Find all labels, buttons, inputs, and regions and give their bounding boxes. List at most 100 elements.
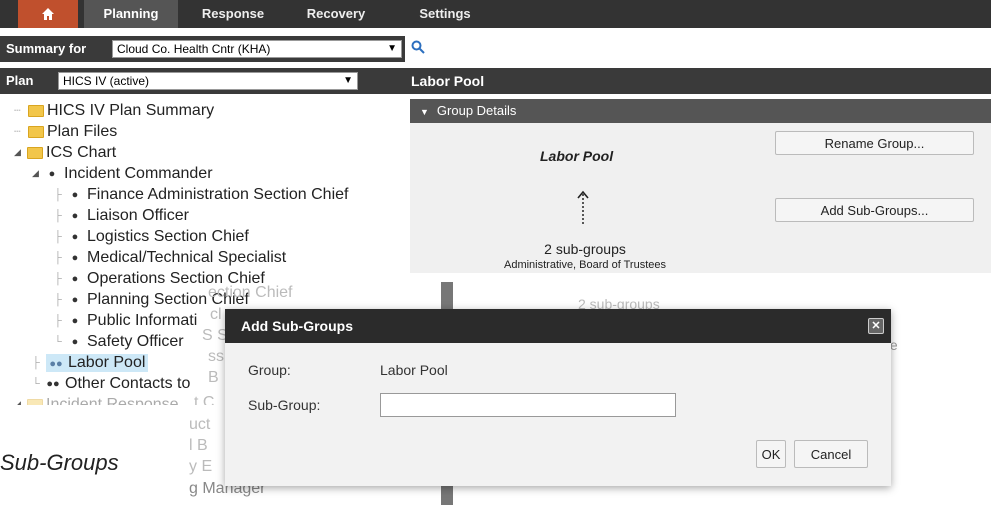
group-details-header[interactable]: ▼ Group Details bbox=[410, 99, 991, 123]
tree-item[interactable]: └ ●● Other Contacts to bbox=[32, 373, 190, 394]
tab-settings[interactable]: Settings bbox=[400, 0, 490, 28]
ghost-text: cl bbox=[210, 306, 222, 323]
subgroup-count: 2 sub-groups bbox=[544, 241, 626, 257]
tree-item-label: HICS IV Plan Summary bbox=[47, 101, 215, 119]
plan-label: Plan bbox=[6, 73, 34, 88]
folder-icon bbox=[28, 104, 44, 117]
tree-item[interactable]: └ ● Safety Officer bbox=[54, 331, 184, 352]
group-value: Labor Pool bbox=[380, 362, 448, 378]
tree-item-label: Liaison Officer bbox=[87, 206, 189, 224]
expand-icon[interactable]: ◢ bbox=[14, 147, 24, 158]
person-icon: ● bbox=[71, 230, 79, 243]
tab-response[interactable]: Response bbox=[184, 0, 282, 28]
tree-item-label: ICS Chart bbox=[46, 143, 117, 161]
tree-item-label: Logistics Section Chief bbox=[87, 227, 249, 245]
tree-branch: ┄ bbox=[14, 105, 21, 117]
ok-button[interactable]: OK bbox=[756, 440, 786, 468]
summary-label: Summary for bbox=[6, 41, 87, 56]
tree-item[interactable]: ◢ ● Incident Commander bbox=[32, 163, 213, 184]
tree-item[interactable]: ◢ ICS Chart bbox=[14, 142, 116, 163]
group-label: Group: bbox=[248, 362, 291, 378]
tree-item-label: Finance Administration Section Chief bbox=[87, 185, 349, 203]
expand-icon[interactable]: ◢ bbox=[32, 168, 42, 179]
ghost-text: S S bbox=[202, 327, 228, 344]
tree-item-label: Labor Pool bbox=[68, 353, 146, 371]
tree-branch: └ bbox=[54, 335, 62, 348]
ghost-text: t C bbox=[194, 394, 215, 405]
home-tab[interactable] bbox=[18, 0, 78, 28]
chevron-down-icon: ▼ bbox=[387, 43, 397, 54]
plan-select[interactable]: HICS IV (active) ▼ bbox=[58, 72, 358, 90]
tree-branch: ├ bbox=[32, 356, 40, 369]
person-icon: ● bbox=[71, 335, 79, 348]
plan-select-value: HICS IV (active) bbox=[63, 74, 150, 88]
add-subgroups-button[interactable]: Add Sub-Groups... bbox=[775, 198, 974, 222]
arrow-up-icon bbox=[577, 190, 589, 224]
tree-item[interactable]: ├ ● Logistics Section Chief bbox=[54, 226, 249, 247]
tree-item-labor-pool[interactable]: ├ ●● Labor Pool bbox=[32, 352, 149, 373]
tree-item[interactable]: ├ ● Medical/Technical Specialist bbox=[54, 247, 286, 268]
top-nav: Planning Response Recovery Settings bbox=[0, 0, 991, 28]
folder-icon bbox=[28, 125, 44, 138]
ghost-text: B bbox=[208, 369, 219, 386]
chevron-down-icon: ▼ bbox=[420, 107, 429, 117]
subgroup-input[interactable] bbox=[380, 393, 676, 417]
tab-recovery[interactable]: Recovery bbox=[292, 0, 380, 28]
tree-branch: ├ bbox=[54, 314, 62, 327]
tree-branch: ├ bbox=[54, 209, 62, 222]
rename-group-button[interactable]: Rename Group... bbox=[775, 131, 974, 155]
tree-item-selected: ●● Labor Pool bbox=[46, 353, 149, 372]
group-icon: ●● bbox=[46, 377, 60, 390]
summary-select[interactable]: Cloud Co. Health Cntr (KHA) ▼ bbox=[112, 40, 402, 58]
folder-icon bbox=[27, 146, 43, 159]
chevron-down-icon: ▼ bbox=[343, 75, 353, 86]
subgroup-label: Sub-Group: bbox=[248, 397, 321, 413]
tree-branch: ├ bbox=[54, 188, 62, 201]
summary-bar: Summary for Cloud Co. Health Cntr (KHA) … bbox=[0, 36, 405, 62]
expand-icon[interactable]: ◢ bbox=[14, 399, 24, 405]
tree-item[interactable]: ◢ Incident Response bbox=[14, 394, 179, 405]
app-window: Planning Response Recovery Settings Summ… bbox=[0, 0, 991, 505]
tree-branch: ├ bbox=[54, 272, 62, 285]
search-icon[interactable] bbox=[411, 40, 425, 54]
tree-item-label: Plan Files bbox=[47, 122, 118, 140]
caption-text: Sub-Groups bbox=[0, 450, 119, 475]
tree-item[interactable]: ├ ● Liaison Officer bbox=[54, 205, 189, 226]
group-name: Labor Pool bbox=[540, 148, 614, 164]
ghost-text: uct bbox=[189, 416, 211, 433]
tree-item-label: Other Contacts to bbox=[65, 374, 191, 392]
person-icon: ● bbox=[48, 167, 56, 180]
group-icon: ●● bbox=[49, 357, 63, 370]
summary-select-value: Cloud Co. Health Cntr (KHA) bbox=[117, 42, 271, 56]
person-icon: ● bbox=[71, 314, 79, 327]
ghost-text: y E bbox=[189, 458, 213, 475]
tree-branch: ├ bbox=[54, 230, 62, 243]
tree-item-label: Incident Response bbox=[46, 395, 179, 406]
folder-icon bbox=[27, 398, 43, 405]
tree-item-label: Medical/Technical Specialist bbox=[87, 248, 287, 266]
add-subgroups-dialog: Add Sub-Groups ✕ Group: Labor Pool Sub-G… bbox=[225, 309, 891, 486]
home-icon bbox=[42, 8, 54, 20]
tree-branch: └ bbox=[32, 377, 40, 390]
person-icon: ● bbox=[71, 251, 79, 264]
subgroup-names: Administrative, Board of Trustees bbox=[503, 259, 666, 271]
ghost-text: ss bbox=[208, 348, 224, 365]
dialog-title: Add Sub-Groups bbox=[225, 309, 891, 343]
person-icon: ● bbox=[71, 272, 79, 285]
tree-item[interactable]: ┄ HICS IV Plan Summary bbox=[14, 100, 214, 121]
tree-branch: ├ bbox=[54, 251, 62, 264]
tree-item[interactable]: ├ ● Public Informati bbox=[54, 310, 197, 331]
tree-item[interactable]: ┄ Plan Files bbox=[14, 121, 117, 142]
ghost-text: ection Chief bbox=[208, 284, 293, 301]
tree-item[interactable]: ├ ● Finance Administration Section Chief bbox=[54, 184, 348, 205]
tree-item-label: Public Informati bbox=[87, 311, 198, 329]
person-icon: ● bbox=[71, 188, 79, 201]
tree-item-label: Incident Commander bbox=[64, 164, 213, 182]
tree-branch: ├ bbox=[54, 293, 62, 306]
cancel-button[interactable]: Cancel bbox=[794, 440, 868, 468]
close-icon[interactable]: ✕ bbox=[868, 318, 884, 334]
tab-planning[interactable]: Planning bbox=[84, 0, 178, 28]
person-icon: ● bbox=[71, 293, 79, 306]
ghost-text: l B bbox=[189, 437, 208, 454]
plan-bar: Plan HICS IV (active) ▼ bbox=[0, 68, 405, 94]
